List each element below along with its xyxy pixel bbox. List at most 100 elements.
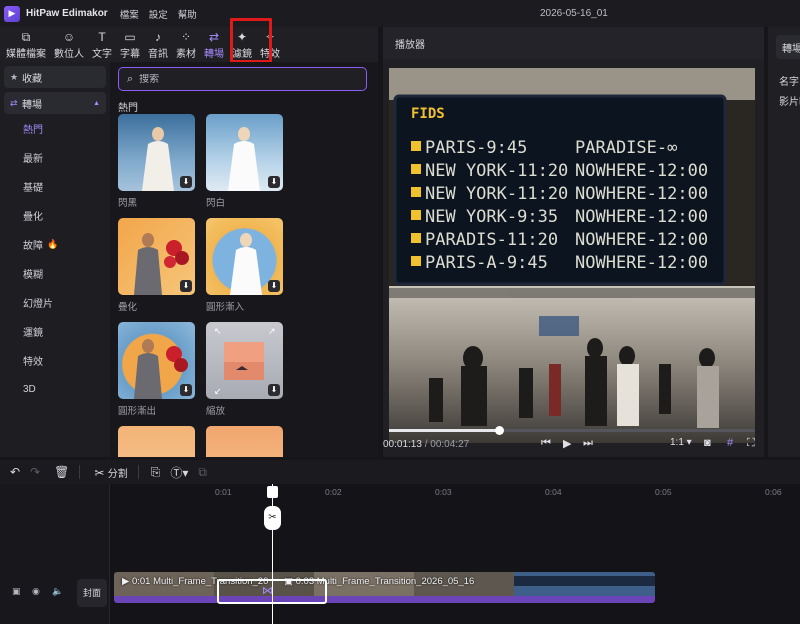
search-input[interactable] <box>139 73 340 85</box>
flame-icon: 🔥 <box>47 239 59 249</box>
document-title: 2026-05-16_01 <box>540 8 608 19</box>
undo-icon[interactable]: ↶ <box>10 465 20 479</box>
tool-assets[interactable]: ⁘ 素材 <box>172 27 200 62</box>
plane-icon <box>411 210 421 220</box>
transition-thumb-flash-black[interactable]: ⬇ <box>118 114 195 191</box>
sidebar-sub-effects[interactable]: 特效 <box>0 346 110 375</box>
transition-icon: ⇄ <box>10 97 18 108</box>
music-icon: ♪ <box>155 29 161 44</box>
sidebar-sub-dissolve[interactable]: 疊化 <box>0 201 110 230</box>
name-label: 名字： <box>779 77 800 88</box>
tool-media[interactable]: ⧉ 媒體檔案 <box>0 27 50 62</box>
playback-progress[interactable] <box>389 426 755 435</box>
transition-thumb-partial[interactable] <box>206 426 283 457</box>
subtitle-icon: ▭ <box>124 29 136 44</box>
transition-thumb-dissolve[interactable]: ⬇ <box>118 218 195 295</box>
app-logo-icon: ▶ <box>4 5 20 22</box>
download-icon[interactable]: ⬇ <box>180 384 192 396</box>
download-icon[interactable]: ⬇ <box>180 280 192 292</box>
transition-icon: ⇄ <box>208 29 220 44</box>
split-button[interactable]: ✂ 分割 <box>94 465 127 480</box>
board-origin: NEW YORK-11:20 <box>425 184 568 204</box>
sidebar-sub-basic[interactable]: 基礎 <box>0 172 110 201</box>
grid-icon[interactable]: # <box>727 437 733 449</box>
progress-knob[interactable] <box>494 426 504 435</box>
prev-frame-icon[interactable]: ⏮ <box>541 437 551 450</box>
time-ruler[interactable]: 0:01 0:02 0:03 0:04 0:05 0:06 <box>110 484 800 500</box>
tool-transition[interactable]: ⇄ 轉場 <box>200 27 228 62</box>
board-header: FIDS <box>411 106 445 122</box>
track-lock-icon[interactable]: ▣ <box>12 586 21 597</box>
assets-icon: ⁘ <box>180 29 192 44</box>
next-frame-icon[interactable]: ⏭ <box>583 437 593 450</box>
sidebar-sub-glitch[interactable]: 故障 🔥 <box>0 230 110 259</box>
progress-fill <box>389 429 499 432</box>
sidebar-sub-slideshow[interactable]: 幻燈片 <box>0 288 110 317</box>
transition-thumb-circle-in[interactable]: ⬇ <box>206 218 283 295</box>
marker-icon[interactable]: ⎘ <box>151 465 161 480</box>
search-icon: ⌕ <box>127 72 134 85</box>
transition-thumb-zoom[interactable]: ↖ ↗ ↙ ⬇ <box>206 322 283 399</box>
sidebar-sub-blur[interactable]: 模糊 <box>0 259 110 288</box>
plane-icon <box>411 233 421 243</box>
sidebar-sub-new[interactable]: 最新 <box>0 143 110 172</box>
tab-transition-properties[interactable]: 轉場 <box>776 35 800 59</box>
board-destination: PARADISE-∞ <box>575 138 677 158</box>
tool-effects[interactable]: ✧ 特效 <box>256 27 284 62</box>
duration-label: 影片時 <box>779 97 800 108</box>
delete-icon[interactable]: 🗑 <box>54 465 69 479</box>
video-clip[interactable]: ▶ 0:01 Multi_Frame_Transition_20 ▣ 0:03 … <box>114 572 655 596</box>
sidebar-sub-camera[interactable]: 運鏡 <box>0 317 110 346</box>
download-icon[interactable]: ⬇ <box>268 280 280 292</box>
menu-settings[interactable]: 設定 <box>149 7 168 21</box>
sidebar-sub-hot[interactable]: 熱門 <box>0 114 110 143</box>
tool-audio[interactable]: ♪ 音訊 <box>144 27 172 62</box>
section-title: 熱門 <box>118 103 138 114</box>
svg-text:↙: ↙ <box>214 386 222 396</box>
tool-text[interactable]: T 文字 <box>88 27 116 62</box>
divider <box>137 465 139 479</box>
play-icon[interactable]: ▶ <box>563 437 571 450</box>
board-origin: NEW YORK-9:35 <box>425 207 558 227</box>
text-template-icon[interactable]: Ⓣ▾ <box>170 464 188 481</box>
menu-help[interactable]: 幫助 <box>178 7 197 21</box>
redo-icon[interactable]: ↷ <box>30 465 40 479</box>
video-preview[interactable]: FIDS PARIS-9:45 PARADISE-∞ NEW YORK-11:20 N… <box>389 68 755 443</box>
playhead-handle[interactable] <box>267 486 278 498</box>
menu-file[interactable]: 檔案 <box>120 7 139 21</box>
board-origin: PARIS-A-9:45 <box>425 253 548 273</box>
freeze-icon[interactable]: ⧉ <box>198 465 207 480</box>
transition-browser: ⌕ 熱門 ⬇ 閃黑 ⬇ 閃白 ⬇ 疊化 ⬇ 圓形漸入 ⬇ 圓形漸出 ↖↗↙ ⬇ … <box>110 62 378 457</box>
cover-button[interactable]: 封面 <box>77 579 107 607</box>
thumb-label: 圓形漸入 <box>206 302 245 313</box>
search-box[interactable]: ⌕ <box>118 67 367 91</box>
transition-thumb-partial[interactable] <box>118 426 195 457</box>
timeline: ▣ ◉ 🔈 0:01 0:02 0:03 0:04 0:05 0:06 封面 ▶… <box>0 484 800 624</box>
sidebar-sub-3d[interactable]: 3D <box>0 375 110 404</box>
plane-icon <box>411 256 421 266</box>
sidebar-item-favorites[interactable]: ★ 收藏 <box>4 66 106 88</box>
avatar-icon: ☺ <box>62 29 76 44</box>
split-at-playhead-icon[interactable]: ✂ <box>264 506 281 530</box>
tool-avatar[interactable]: ☺ 數位人 <box>50 27 88 62</box>
media-icon: ⧉ <box>21 29 31 44</box>
timeline-toolbar: ↶ ↷ 🗑 ✂ 分割 ⎘ Ⓣ▾ ⧉ <box>0 460 800 484</box>
playhead-line[interactable] <box>272 484 273 624</box>
tool-filter[interactable]: ✦ 濾鏡 <box>228 27 256 62</box>
snapshot-icon[interactable]: ◙ <box>704 437 711 449</box>
sidebar-item-transitions[interactable]: ⇄ 轉場 ▲ <box>4 92 106 114</box>
transition-thumb-circle-out[interactable]: ⬇ <box>118 322 195 399</box>
transition-thumb-flash-white[interactable]: ⬇ <box>206 114 283 191</box>
download-icon[interactable]: ⬇ <box>268 176 280 188</box>
fullscreen-icon[interactable]: ⛶ <box>747 437 755 450</box>
download-icon[interactable]: ⬇ <box>180 176 192 188</box>
board-destination: NOWHERE-12:00 <box>575 184 708 204</box>
board-origin: NEW YORK-11:20 <box>425 161 568 181</box>
aspect-ratio-select[interactable]: 1:1 ▾ <box>670 437 692 448</box>
track-visibility-icon[interactable]: ◉ <box>32 586 40 597</box>
tool-subtitle[interactable]: ▭ 字幕 <box>116 27 144 62</box>
download-icon[interactable]: ⬇ <box>268 384 280 396</box>
thumb-label: 閃黑 <box>118 198 138 209</box>
track-audio-icon[interactable]: 🔈 <box>52 586 63 597</box>
scissors-icon: ✂ <box>94 465 105 480</box>
